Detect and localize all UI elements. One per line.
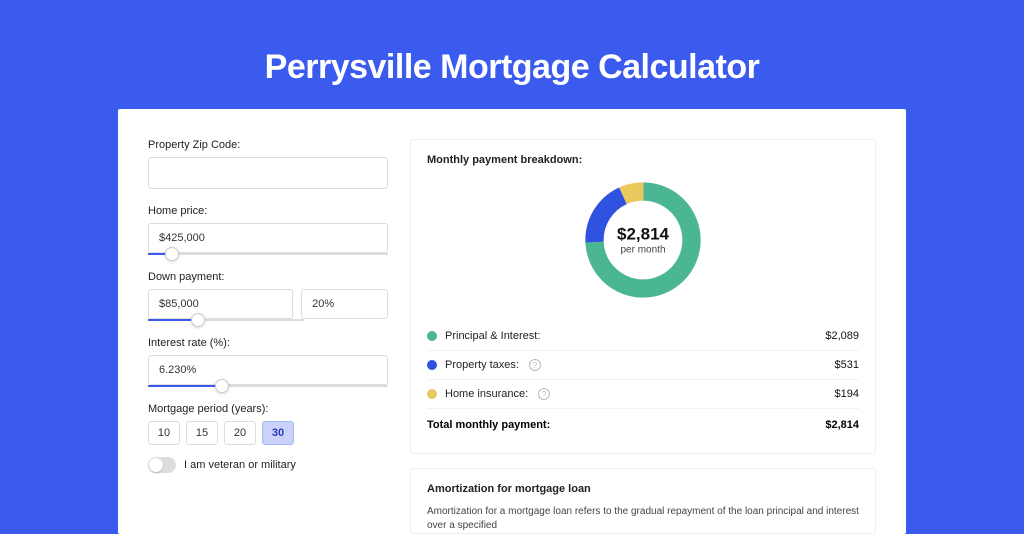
total-label: Total monthly payment: bbox=[427, 419, 550, 431]
amort-text: Amortization for a mortgage loan refers … bbox=[427, 505, 859, 533]
period-label: Mortgage period (years): bbox=[148, 403, 388, 415]
info-icon[interactable]: ? bbox=[529, 359, 541, 371]
breakdown-title: Monthly payment breakdown: bbox=[427, 154, 859, 166]
veteran-label: I am veteran or military bbox=[184, 459, 296, 471]
veteran-row: I am veteran or military bbox=[148, 457, 388, 473]
legend-row-insurance: Home insurance: ? $194 bbox=[427, 380, 859, 409]
donut-amount: $2,814 bbox=[617, 225, 669, 245]
donut-center: $2,814 per month bbox=[617, 225, 669, 256]
veteran-toggle[interactable] bbox=[148, 457, 176, 473]
zip-label: Property Zip Code: bbox=[148, 139, 388, 151]
rate-group: Interest rate (%): bbox=[148, 337, 388, 387]
slider-thumb[interactable] bbox=[165, 247, 179, 261]
rate-label: Interest rate (%): bbox=[148, 337, 388, 349]
total-value: $2,814 bbox=[825, 419, 859, 431]
down-label: Down payment: bbox=[148, 271, 388, 283]
dot-icon bbox=[427, 360, 437, 370]
zip-group: Property Zip Code: bbox=[148, 139, 388, 189]
period-group: Mortgage period (years): 10 15 20 30 bbox=[148, 403, 388, 445]
down-pct-input[interactable] bbox=[301, 289, 388, 319]
price-input[interactable] bbox=[148, 223, 388, 253]
legend-value: $194 bbox=[835, 388, 859, 400]
breakdown-panel: Monthly payment breakdown: $2,814 per mo… bbox=[410, 139, 876, 454]
info-icon[interactable]: ? bbox=[538, 388, 550, 400]
down-group: Down payment: bbox=[148, 271, 388, 321]
period-btn-30[interactable]: 30 bbox=[262, 421, 294, 445]
donut-wrap: $2,814 per month bbox=[427, 176, 859, 304]
amortization-panel: Amortization for mortgage loan Amortizat… bbox=[410, 468, 876, 534]
price-group: Home price: bbox=[148, 205, 388, 255]
donut-sub: per month bbox=[617, 245, 669, 256]
period-row: 10 15 20 30 bbox=[148, 421, 388, 445]
legend-row-taxes: Property taxes: ? $531 bbox=[427, 351, 859, 380]
page-title: Perrysville Mortgage Calculator bbox=[265, 48, 760, 87]
legend-label: Principal & Interest: bbox=[445, 330, 540, 342]
price-label: Home price: bbox=[148, 205, 388, 217]
down-slider[interactable] bbox=[148, 319, 304, 321]
legend-row-principal: Principal & Interest: $2,089 bbox=[427, 322, 859, 351]
legend-label: Property taxes: bbox=[445, 359, 519, 371]
slider-thumb[interactable] bbox=[215, 379, 229, 393]
rate-slider[interactable] bbox=[148, 385, 388, 387]
period-btn-20[interactable]: 20 bbox=[224, 421, 256, 445]
legend-row-total: Total monthly payment: $2,814 bbox=[427, 409, 859, 439]
period-btn-10[interactable]: 10 bbox=[148, 421, 180, 445]
legend-value: $531 bbox=[835, 359, 859, 371]
slider-thumb[interactable] bbox=[191, 313, 205, 327]
form-column: Property Zip Code: Home price: Down paym… bbox=[148, 139, 388, 534]
amort-title: Amortization for mortgage loan bbox=[427, 483, 859, 495]
down-amount-input[interactable] bbox=[148, 289, 293, 319]
price-slider[interactable] bbox=[148, 253, 388, 255]
legend-label: Home insurance: bbox=[445, 388, 528, 400]
zip-input[interactable] bbox=[148, 157, 388, 189]
period-btn-15[interactable]: 15 bbox=[186, 421, 218, 445]
calculator-card: Property Zip Code: Home price: Down paym… bbox=[118, 109, 906, 534]
results-column: Monthly payment breakdown: $2,814 per mo… bbox=[410, 139, 876, 534]
legend-value: $2,089 bbox=[825, 330, 859, 342]
dot-icon bbox=[427, 389, 437, 399]
dot-icon bbox=[427, 331, 437, 341]
rate-input[interactable] bbox=[148, 355, 388, 385]
